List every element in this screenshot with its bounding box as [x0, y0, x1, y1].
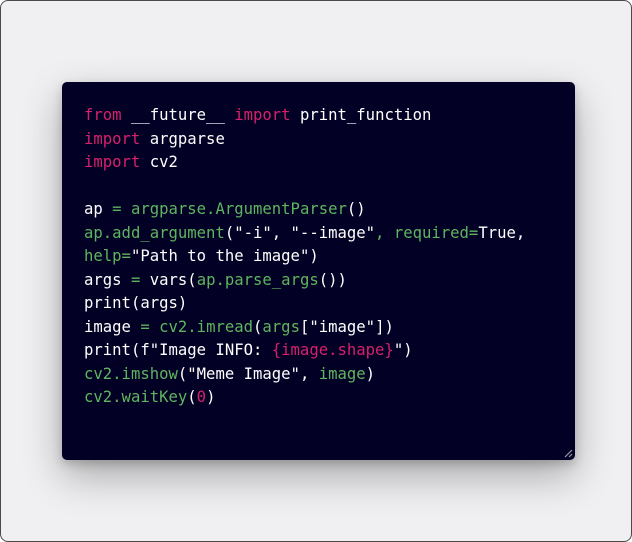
code-token: import: [234, 106, 291, 124]
code-line: help="Path to the image"): [84, 245, 525, 269]
code-token: 0: [196, 388, 207, 406]
code-token: ap.parse_args: [196, 270, 319, 289]
code-token: {image.shape}: [271, 341, 394, 359]
code-token: ()): [318, 270, 347, 289]
code-token: cv2.imread: [159, 317, 254, 336]
code-token: vars(: [149, 270, 197, 289]
code-token: "Path to the image"): [130, 247, 319, 265]
code-token: , required=: [375, 223, 479, 242]
code-token: cv2.waitKey: [84, 388, 188, 406]
code-token: image: [84, 317, 131, 336]
code-token: argparse.ArgumentParser: [130, 200, 347, 218]
code-line: from __future__ import print_function: [84, 104, 525, 128]
code-line: image = cv2.imread(args["image"]): [84, 316, 525, 340]
code-token: __future__: [121, 106, 235, 124]
code-token: (): [346, 200, 366, 218]
code-token: argparse: [140, 129, 225, 148]
code-line: ap.add_argument("-i", "--image", require…: [84, 222, 525, 246]
code-token: ap: [84, 200, 103, 218]
code-token: ("Meme Image",: [177, 364, 319, 383]
code-token: True,: [478, 223, 526, 242]
code-text[interactable]: from __future__ import print_function imp…: [84, 104, 525, 410]
code-token: =: [121, 270, 150, 289]
code-token: import: [84, 129, 141, 148]
code-line: print(args): [84, 292, 525, 316]
code-token: ["image"]): [299, 317, 394, 336]
code-token: cv2.imshow: [84, 364, 178, 383]
code-line: import cv2: [84, 151, 525, 175]
code-token: (: [187, 388, 197, 406]
code-token: args: [84, 270, 122, 289]
code-token: ): [206, 388, 216, 406]
code-token: cv2: [140, 153, 178, 171]
code-token: help=: [84, 247, 131, 265]
code-token: from: [84, 106, 122, 124]
code-token: image: [318, 364, 366, 383]
code-token: ap.add_argument: [84, 223, 225, 242]
code-editor[interactable]: from __future__ import print_function imp…: [62, 82, 575, 460]
code-line: cv2.waitKey(0): [84, 386, 525, 410]
code-token: print(args): [84, 294, 188, 312]
code-token: =: [130, 317, 160, 336]
code-token: args: [262, 317, 300, 336]
code-token: ): [365, 364, 376, 383]
code-line: cv2.imshow("Meme Image", image): [84, 363, 525, 387]
window-frame: from __future__ import print_function imp…: [0, 0, 632, 542]
resize-handle-icon[interactable]: [563, 448, 573, 458]
code-token: =: [102, 200, 131, 218]
code-token: import: [84, 153, 141, 171]
code-token: (: [253, 317, 263, 336]
code-line: print(f"Image INFO: {image.shape}"): [84, 339, 525, 363]
code-token: ("-i", "--image": [224, 223, 376, 242]
code-token: "): [393, 341, 413, 359]
code-line: args = vars(ap.parse_args()): [84, 269, 525, 293]
code-line: ap = argparse.ArgumentParser(): [84, 198, 525, 222]
code-token: print_function: [290, 106, 432, 124]
code-token: print(f"Image INFO:: [84, 341, 272, 359]
code-line: import argparse: [84, 128, 525, 152]
